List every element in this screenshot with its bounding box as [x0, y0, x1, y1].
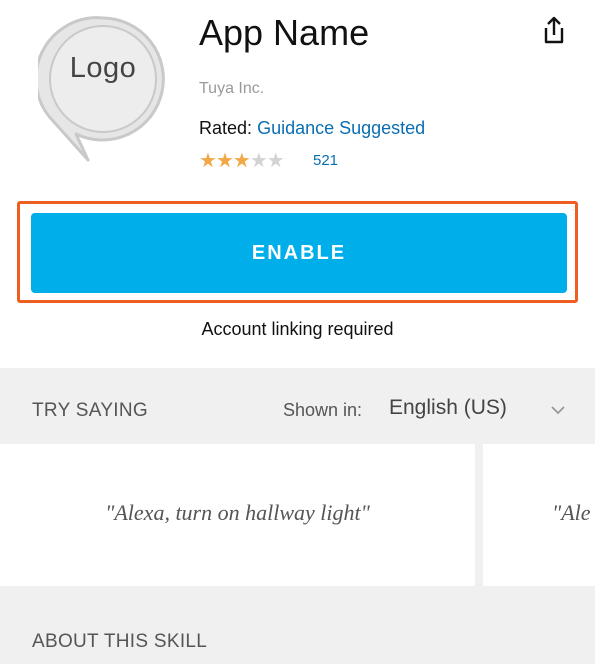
star-filled-icon: ★	[215, 150, 234, 172]
carousel-divider	[475, 444, 483, 586]
star-rating[interactable]: ★★★★★	[199, 148, 285, 173]
account-linking-note: Account linking required	[201, 319, 394, 339]
about-this-skill-title[interactable]: ABOUT THIS SKILL	[32, 631, 207, 653]
app-logo: Logo	[34, 14, 168, 164]
star-filled-icon: ★	[199, 150, 217, 172]
content-rating: Rated: Guidance Suggested	[199, 118, 425, 139]
utterance-card[interactable]: "Ale	[552, 500, 595, 526]
utterance-card[interactable]: "Alexa, turn on hallway light"	[0, 500, 475, 526]
app-title: App Name	[199, 12, 370, 53]
star-filled-icon: ★	[232, 150, 251, 172]
chevron-down-icon	[551, 406, 565, 415]
star-empty-icon: ★	[249, 150, 268, 172]
star-empty-icon: ★	[266, 150, 285, 172]
rated-label: Rated:	[199, 118, 253, 138]
share-button[interactable]	[537, 14, 571, 48]
try-saying-title: TRY SAYING	[32, 400, 148, 421]
rated-value-link[interactable]: Guidance Suggested	[257, 118, 425, 138]
language-select[interactable]: English (US)	[389, 396, 507, 420]
language-dropdown-toggle[interactable]	[550, 402, 566, 418]
enable-button[interactable]: ENABLE	[31, 213, 567, 293]
share-icon	[544, 16, 564, 44]
speech-bubble-icon	[34, 16, 165, 162]
rating-count-link[interactable]: 521	[313, 152, 338, 169]
developer-name: Tuya Inc.	[199, 80, 265, 97]
logo-label: Logo	[69, 52, 137, 84]
shown-in-label: Shown in:	[283, 400, 363, 420]
